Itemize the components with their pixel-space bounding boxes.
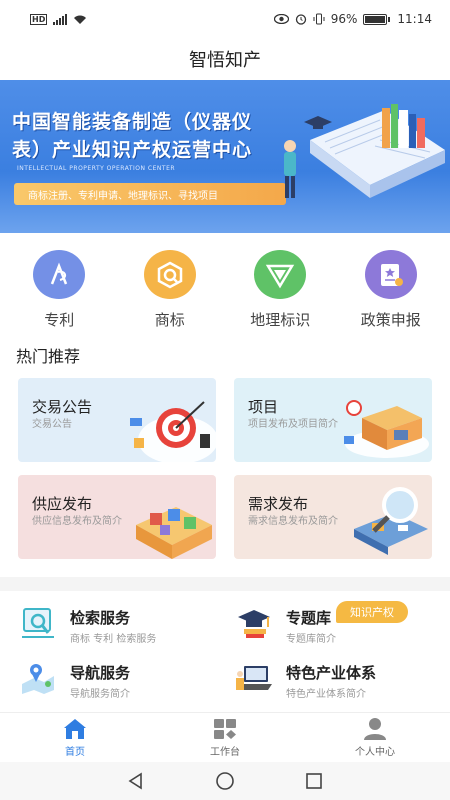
tab-label: 个人中心 [355, 747, 395, 758]
banner-title-line1: 中国智能装备制造（仪器仪 [12, 111, 253, 133]
book-illustration-icon [284, 104, 445, 198]
quick-item-policy[interactable]: 政策申报 [341, 250, 441, 330]
bottom-tab-bar: 首页 工作台 个人中心 [0, 712, 450, 762]
wifi-icon [74, 15, 87, 24]
policy-icon [364, 250, 417, 299]
search-service-icon [22, 608, 54, 638]
quick-entries: 专利 商标 地理标识 政策申报 [0, 250, 450, 330]
clock: 11:14 [397, 12, 432, 26]
trademark-icon [143, 250, 196, 299]
service-search[interactable]: 检索服务 商标 专利 检索服务 [18, 597, 228, 649]
battery-percent: 96% [330, 12, 358, 26]
service-desc: 商标 专利 检索服务 [70, 634, 157, 645]
card-trade-announcement[interactable]: 交易公告 交易公告 [18, 378, 216, 462]
quick-item-trademark[interactable]: 商标 [120, 250, 220, 330]
user-icon [364, 718, 386, 740]
service-title: 专题库 [286, 609, 332, 627]
section-title-hot: 热门推荐 [16, 347, 81, 366]
battery-icon [363, 13, 391, 25]
banner-english: INTELLECTUAL PROPERTY OPERATION CENTER [17, 165, 176, 172]
navigation-map-icon [22, 664, 54, 694]
card-title: 需求发布 [248, 495, 309, 513]
signal-icon [53, 13, 68, 25]
eye-icon [273, 14, 289, 24]
service-desc: 特色产业体系简介 [286, 689, 366, 700]
service-title: 导航服务 [70, 664, 131, 682]
card-title: 项目 [248, 398, 279, 416]
card-demand[interactable]: 需求发布 需求信息发布及简介 [234, 475, 432, 559]
tab-home[interactable]: 首页 [0, 713, 150, 762]
card-title: 供应发布 [32, 495, 93, 513]
banner-tags: 商标注册、专利申请、地理标识、寻找项目 [14, 183, 286, 205]
back-icon[interactable] [127, 772, 145, 790]
workbench-icon [214, 719, 236, 739]
industry-laptop-icon [236, 666, 272, 690]
tab-workbench[interactable]: 工作台 [150, 713, 300, 762]
service-industry[interactable]: 特色产业体系 特色产业体系简介 [234, 652, 444, 704]
service-desc: 专题库简介 [286, 634, 336, 645]
service-navigation[interactable]: 导航服务 导航服务简介 [18, 652, 228, 704]
card-supply[interactable]: 供应发布 供应信息发布及简介 [18, 475, 216, 559]
section-divider [0, 577, 450, 591]
home-circle-icon[interactable] [215, 771, 235, 791]
network-type: HD [30, 13, 48, 25]
quick-label: 政策申报 [360, 311, 421, 329]
recents-icon[interactable] [305, 772, 323, 790]
quick-label: 专利 [44, 311, 75, 329]
graduation-cap-icon [238, 610, 270, 638]
tab-label: 工作台 [210, 747, 240, 758]
banner[interactable]: 中国智能装备制造（仪器仪 表）产业知识产权运营中心 INTELLECTUAL P… [0, 80, 450, 233]
quick-item-geo-mark[interactable]: 地理标识 [230, 250, 330, 330]
tab-label: 首页 [65, 747, 85, 758]
target-icon [130, 401, 216, 462]
quick-label: 商标 [154, 311, 185, 329]
vibrate-icon [313, 13, 325, 25]
status-bar: HD 96% 11:14 [0, 0, 450, 38]
card-title: 交易公告 [32, 398, 93, 416]
quick-label: 地理标识 [250, 311, 311, 329]
service-title: 特色产业体系 [286, 664, 377, 682]
geo-mark-icon [254, 250, 307, 299]
banner-title-line2: 表）产业知识产权运营中心 [12, 139, 253, 161]
page-title: 智悟知产 [189, 50, 261, 71]
system-navigation-bar [0, 762, 450, 800]
card-project[interactable]: 项目 项目发布及项目简介 [234, 378, 432, 462]
store-icon [344, 400, 429, 458]
home-icon [64, 719, 86, 739]
status-left: HD [30, 13, 87, 25]
service-desc: 导航服务简介 [70, 689, 130, 700]
alarm-icon [295, 14, 306, 25]
status-right: 96% 11:14 [273, 12, 432, 26]
service-title: 检索服务 [70, 609, 131, 627]
magnifier-icon [354, 487, 428, 555]
patent-icon [33, 250, 86, 299]
tab-profile[interactable]: 个人中心 [300, 713, 450, 762]
warehouse-icon [136, 507, 212, 559]
quick-item-patent[interactable]: 专利 [9, 250, 109, 330]
ip-badge: 知识产权 [336, 601, 408, 623]
